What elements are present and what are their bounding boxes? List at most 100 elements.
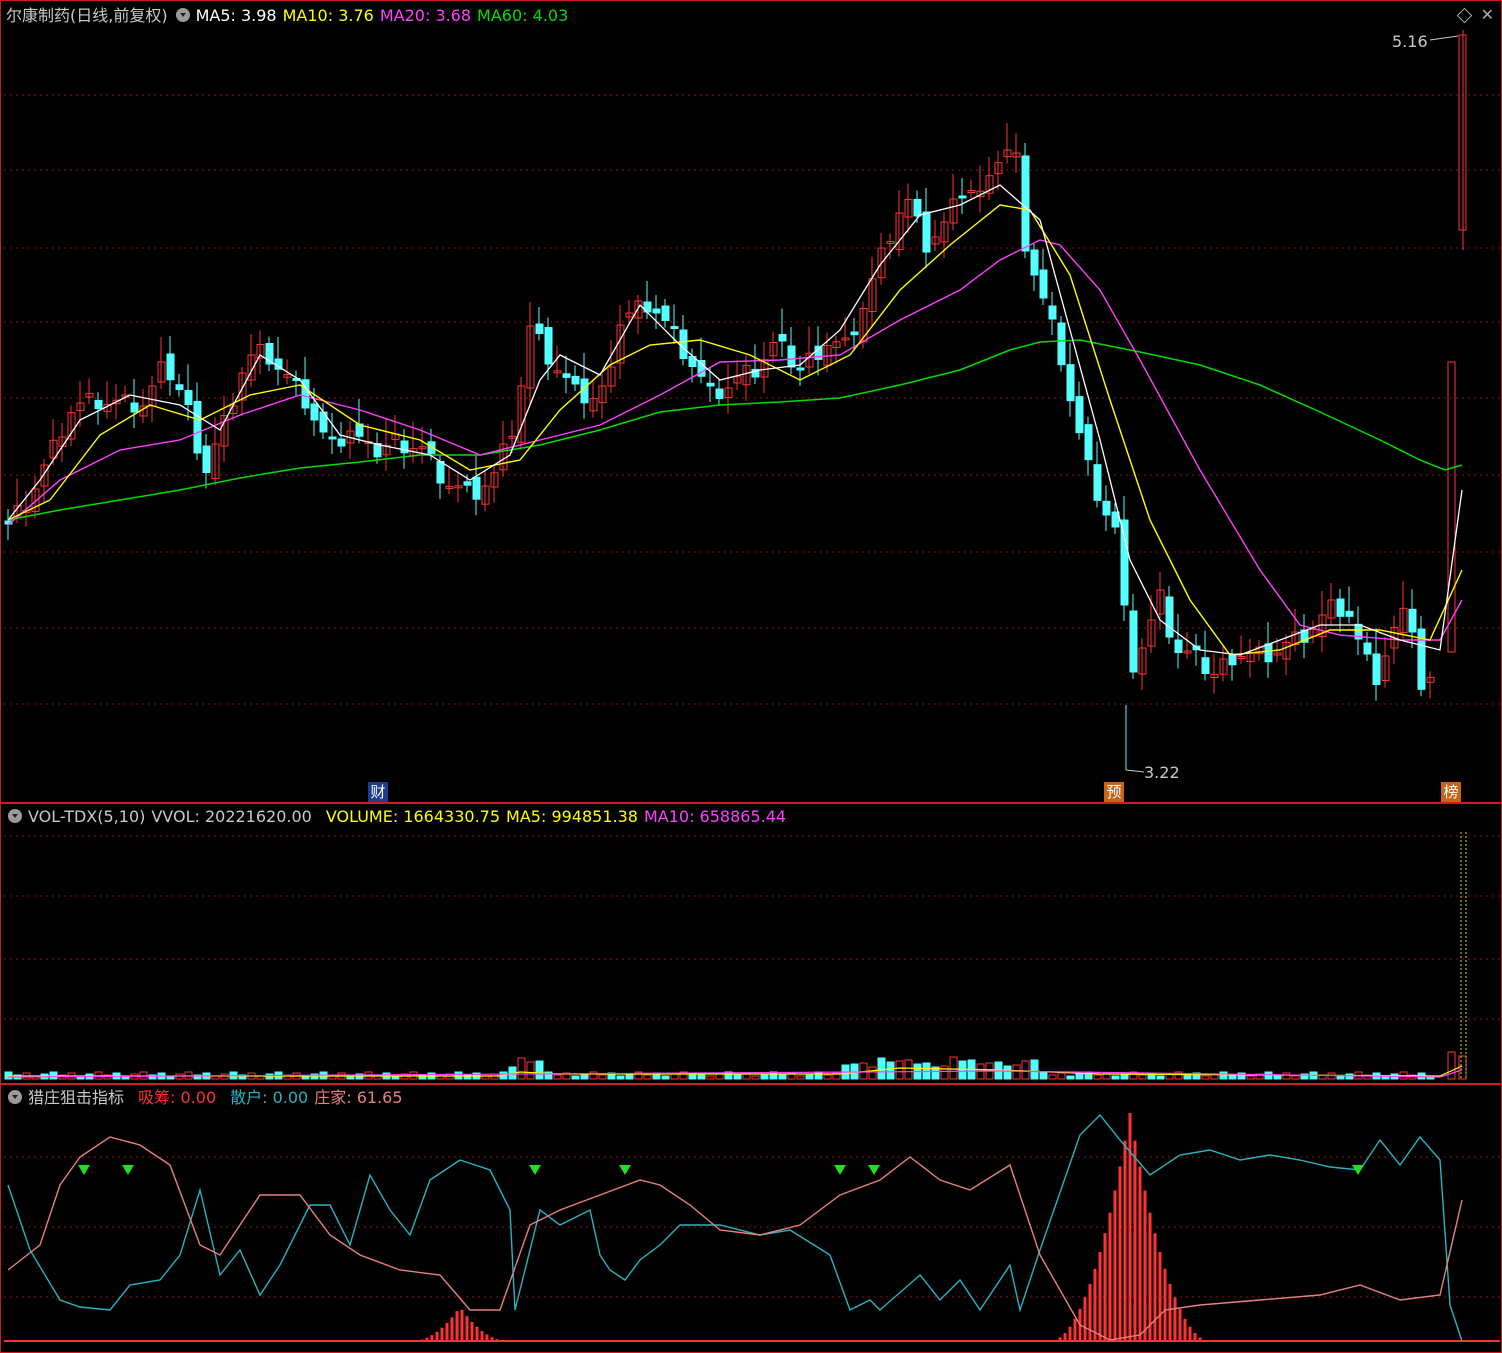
candle-body (1048, 305, 1057, 320)
candle-body (1066, 364, 1075, 402)
price-chart (4, 30, 1500, 773)
volume-bar (895, 1060, 904, 1080)
volume-bar (616, 1075, 625, 1080)
ma10-line (7, 204, 1463, 656)
volume-bar (688, 1074, 697, 1080)
candle-body (1129, 610, 1138, 673)
volume-bar (1021, 1060, 1030, 1080)
candle-body (1084, 424, 1093, 461)
volume-chart (4, 832, 1500, 1080)
sell-signal-arrow-icon (619, 1165, 631, 1175)
volume-bar (877, 1057, 886, 1080)
volume-bar (1066, 1075, 1075, 1080)
candle-body (1228, 654, 1237, 666)
low-pointer (1125, 769, 1145, 773)
volume-bar (571, 1075, 580, 1080)
candle-body (571, 375, 580, 385)
volume-bar (625, 1073, 634, 1080)
volume-bar (1201, 1075, 1210, 1080)
volume-bar (1111, 1075, 1120, 1080)
volume-bar (1075, 1073, 1084, 1080)
candle-body (787, 345, 796, 368)
volume-bar (643, 1074, 652, 1080)
ma20-line (7, 239, 1463, 641)
volume-bar (670, 1073, 679, 1080)
volume-bar (1003, 1065, 1012, 1080)
ma60-line (7, 339, 1463, 521)
candle-body (778, 334, 787, 342)
candle-body (652, 308, 661, 314)
volume-bar (1291, 1075, 1300, 1080)
volume-bar (1447, 1051, 1456, 1080)
candle-body (184, 390, 193, 405)
badge-cai[interactable]: 财 (368, 782, 388, 802)
badge-bang[interactable]: 榜 (1441, 782, 1461, 802)
candle-body (1336, 598, 1345, 617)
volume-bar (1012, 1064, 1021, 1080)
volume-bar (868, 1066, 877, 1080)
volume-bar (706, 1075, 715, 1080)
candle-body (922, 211, 931, 253)
volume-bar (904, 1059, 913, 1080)
volume-bar (1219, 1071, 1228, 1080)
candle-body (1201, 657, 1210, 674)
sell-signal-arrow-icon (122, 1165, 134, 1175)
volume-bar (805, 1073, 814, 1080)
volume-bar (823, 1074, 832, 1080)
volume-bar (517, 1057, 526, 1080)
volume-bar (1039, 1071, 1048, 1080)
volume-bar (958, 1060, 967, 1080)
candle-body (1174, 639, 1183, 653)
candle-body (1057, 322, 1066, 366)
candle-body (130, 402, 139, 413)
candle-body (1447, 361, 1456, 653)
volume-bar (526, 1061, 535, 1080)
ma5-line (7, 184, 1463, 656)
low-price-label: 3.22 (1144, 763, 1180, 782)
candle-body (661, 305, 670, 321)
volume-bar (733, 1074, 742, 1080)
candle-body (463, 481, 472, 486)
high-pointer (1429, 35, 1459, 41)
volume-bar (1183, 1074, 1192, 1080)
sanhu-line (7, 1113, 1463, 1342)
high-price-label: 5.16 (1392, 32, 1428, 51)
candle-body (913, 199, 922, 217)
candle-body (850, 331, 859, 336)
candle-body (1102, 500, 1111, 516)
candle-body (796, 367, 805, 371)
volume-bar (778, 1074, 787, 1080)
volume-bar (1345, 1073, 1354, 1080)
candle-body (1372, 653, 1381, 685)
candle-body (562, 373, 571, 378)
volume-bar (1282, 1072, 1291, 1080)
candle-body (1120, 519, 1129, 606)
candle-body (1363, 642, 1372, 655)
volume-bar (796, 1075, 805, 1080)
candle-body (1039, 269, 1048, 299)
candle-body (670, 326, 679, 329)
candle-body (1408, 608, 1417, 633)
candle-body (1165, 596, 1174, 638)
candle-body (1075, 396, 1084, 434)
candle-body (1030, 249, 1039, 276)
badge-yu[interactable]: 预 (1104, 782, 1124, 802)
volume-bar (1093, 1074, 1102, 1080)
volume-bar (1156, 1075, 1165, 1080)
candle-body (310, 403, 319, 421)
volume-bar (661, 1075, 670, 1080)
sell-signal-arrow-icon (529, 1165, 541, 1175)
sell-signal-arrow-icon (834, 1165, 846, 1175)
volume-bar (760, 1073, 769, 1080)
candle-body (436, 460, 445, 484)
zhuangjia-line (7, 1136, 1463, 1341)
indicator-chart (4, 1113, 1500, 1342)
candle-body (1093, 464, 1102, 501)
volume-bar (1138, 1074, 1147, 1080)
candle-body (328, 436, 337, 440)
volume-bar (553, 1074, 562, 1080)
volume-bar (580, 1073, 589, 1080)
candle-body (94, 399, 103, 410)
candle-body (337, 438, 346, 447)
candle-body (1345, 610, 1354, 617)
